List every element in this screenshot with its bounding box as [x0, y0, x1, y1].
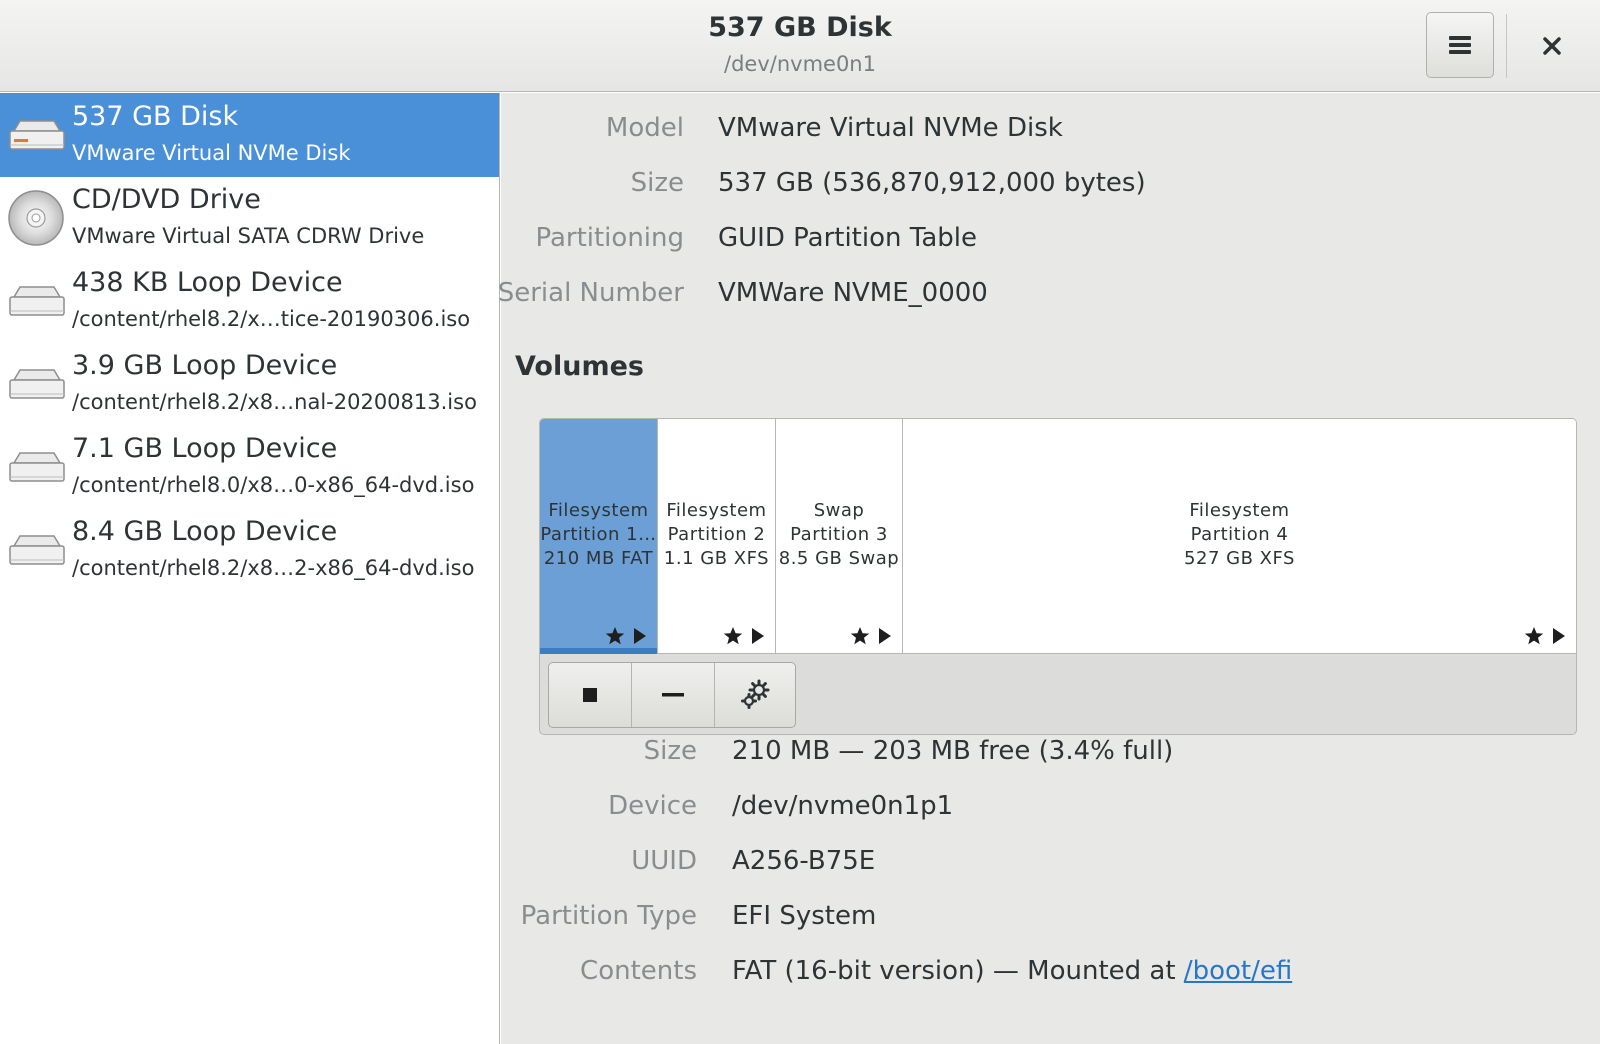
drive-item-8-4gb-loop[interactable]: 8.4 GB Loop Device /content/rhel8.2/x8…2… — [0, 508, 499, 592]
stop-icon — [583, 688, 597, 702]
segment-type: Filesystem — [666, 500, 767, 521]
segment-partition: Partition 4 — [1190, 524, 1289, 545]
drive-item-cd-dvd-drive[interactable]: CD/DVD Drive VMware Virtual SATA CDRW Dr… — [0, 176, 499, 260]
contents-label: Contents — [580, 956, 697, 986]
partition-size-value: 210 MB — 203 MB free (3.4% full) — [732, 736, 1174, 766]
mount-point-link[interactable]: /boot/efi — [1184, 956, 1292, 986]
star-icon — [605, 627, 625, 645]
optical-disc-icon — [8, 190, 64, 246]
header-separator — [1506, 14, 1507, 78]
segment-size: 527 GB XFS — [1184, 548, 1295, 569]
partition-size-label: Size — [643, 736, 697, 766]
drive-list: 537 GB Disk VMware Virtual NVMe Disk CD/… — [0, 93, 500, 1044]
header-bar: 537 GB Disk /dev/nvme0n1 — [0, 0, 1600, 92]
partition-type-value: EFI System — [732, 901, 877, 931]
volume-map: Filesystem Partition 1… 210 MB FAT Files… — [539, 418, 1577, 735]
segment-type: Swap — [813, 500, 865, 521]
drive-description: /content/rhel8.2/x…tice-20190306.iso — [72, 307, 471, 331]
play-arrow-icon — [634, 628, 646, 644]
drive-description: /content/rhel8.2/x8…nal-20200813.iso — [72, 390, 477, 414]
drive-name: 3.9 GB Loop Device — [72, 350, 338, 381]
device-value: /dev/nvme0n1p1 — [732, 791, 954, 821]
drive-details-panel: Model VMware Virtual NVMe Disk Size 537 … — [497, 93, 1600, 1044]
segment-size: 210 MB FAT — [543, 548, 654, 569]
window-subtitle: /dev/nvme0n1 — [724, 52, 876, 76]
minus-icon — [662, 693, 684, 697]
play-arrow-icon — [879, 628, 891, 644]
partition-settings-button[interactable] — [715, 663, 795, 727]
serial-number-value: VMWare NVME_0000 — [718, 278, 988, 308]
window-title: 537 GB Disk — [708, 12, 892, 43]
serial-number-label: Serial Number — [497, 278, 684, 308]
contents-value: FAT (16-bit version) — Mounted at /boot/… — [732, 956, 1292, 986]
volume-segment-partition-2[interactable]: Filesystem Partition 2 1.1 GB XFS — [658, 419, 776, 654]
device-label: Device — [608, 791, 697, 821]
drive-description: VMware Virtual NVMe Disk — [72, 141, 351, 165]
star-icon — [723, 627, 743, 645]
volumes-heading: Volumes — [515, 351, 644, 382]
model-label: Model — [605, 113, 684, 143]
volume-segment-partition-1[interactable]: Filesystem Partition 1… 210 MB FAT — [540, 419, 658, 654]
volume-bar: Filesystem Partition 1… 210 MB FAT Files… — [540, 419, 1576, 654]
drive-name: 438 KB Loop Device — [72, 267, 343, 298]
volume-toolbar — [548, 662, 796, 728]
star-icon — [1524, 627, 1544, 645]
play-arrow-icon — [1553, 628, 1565, 644]
contents-text: FAT (16-bit version) — Mounted at — [732, 956, 1184, 986]
drive-item-438kb-loop[interactable]: 438 KB Loop Device /content/rhel8.2/x…ti… — [0, 259, 499, 343]
drive-item-7-1gb-loop[interactable]: 7.1 GB Loop Device /content/rhel8.0/x8…0… — [0, 425, 499, 509]
segment-partition: Partition 3 — [790, 524, 888, 545]
hard-disk-icon — [9, 120, 65, 150]
play-arrow-icon — [752, 628, 764, 644]
hard-disk-icon — [9, 452, 65, 482]
delete-partition-button[interactable] — [632, 663, 715, 727]
size-value: 537 GB (536,870,912,000 bytes) — [718, 168, 1146, 198]
hard-disk-icon — [9, 535, 65, 565]
drive-description: VMware Virtual SATA CDRW Drive — [72, 224, 425, 248]
close-button[interactable] — [1522, 20, 1582, 72]
gear-icon — [741, 679, 770, 709]
segment-partition: Partition 2 — [667, 524, 766, 545]
segment-partition: Partition 1… — [540, 524, 657, 545]
model-value: VMware Virtual NVMe Disk — [718, 113, 1063, 143]
volume-segment-partition-4[interactable]: Filesystem Partition 4 527 GB XFS — [903, 419, 1576, 654]
partition-type-label: Partition Type — [520, 901, 697, 931]
segment-size: 8.5 GB Swap — [778, 548, 900, 569]
hamburger-menu-icon — [1449, 36, 1471, 54]
drive-item-537gb-disk[interactable]: 537 GB Disk VMware Virtual NVMe Disk — [0, 93, 499, 177]
segment-size: 1.1 GB XFS — [663, 548, 770, 569]
segment-type: Filesystem — [1189, 500, 1290, 521]
drive-menu-button[interactable] — [1426, 12, 1494, 78]
uuid-label: UUID — [631, 846, 697, 876]
size-label: Size — [630, 168, 684, 198]
segment-type: Filesystem — [548, 500, 649, 521]
drive-description: /content/rhel8.0/x8…0-x86_64-dvd.iso — [72, 473, 475, 497]
drive-name: 8.4 GB Loop Device — [72, 516, 338, 547]
hard-disk-icon — [9, 286, 65, 316]
uuid-value: A256-B75E — [732, 846, 876, 876]
partitioning-label: Partitioning — [535, 223, 684, 253]
star-icon — [850, 627, 870, 645]
close-icon — [1543, 37, 1561, 55]
partitioning-value: GUID Partition Table — [718, 223, 977, 253]
unmount-button[interactable] — [549, 663, 632, 727]
drive-name: 537 GB Disk — [72, 101, 239, 132]
selection-indicator — [540, 648, 657, 654]
drive-name: 7.1 GB Loop Device — [72, 433, 338, 464]
drive-name: CD/DVD Drive — [72, 184, 261, 215]
drive-item-3-9gb-loop[interactable]: 3.9 GB Loop Device /content/rhel8.2/x8…n… — [0, 342, 499, 426]
volume-segment-partition-3[interactable]: Swap Partition 3 8.5 GB Swap — [776, 419, 903, 654]
hard-disk-icon — [9, 369, 65, 399]
drive-description: /content/rhel8.2/x8…2-x86_64-dvd.iso — [72, 556, 475, 580]
